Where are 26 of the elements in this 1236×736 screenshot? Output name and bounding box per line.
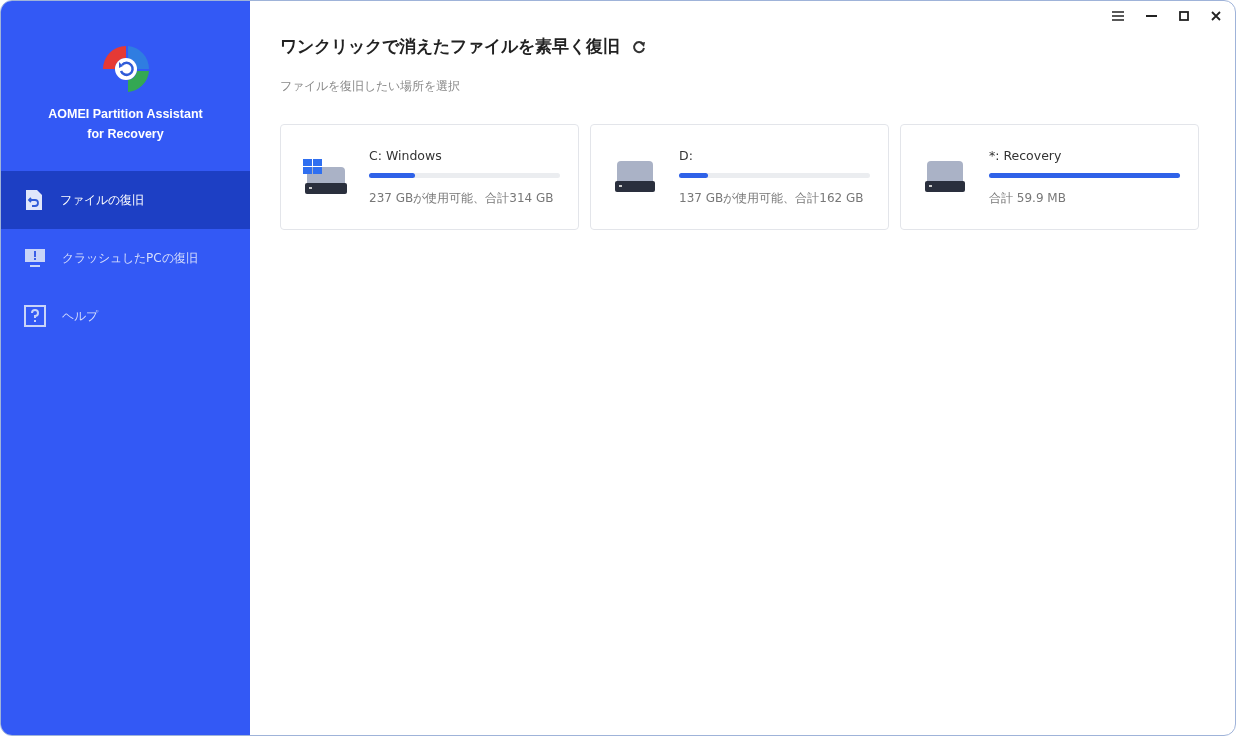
- sidebar-item[interactable]: ヘルプ: [1, 287, 250, 345]
- close-icon[interactable]: [1211, 11, 1221, 21]
- drive-card[interactable]: *: Recovery 合計 59.9 MB: [900, 124, 1199, 230]
- monitor-warning-icon: [24, 248, 46, 268]
- menu-icon[interactable]: [1112, 11, 1124, 21]
- drive-capacity: 合計 59.9 MB: [989, 189, 1067, 207]
- drive-name: D:: [679, 147, 694, 163]
- drive-name: *: Recovery: [989, 147, 1063, 163]
- hard-drive-icon: [613, 161, 657, 193]
- hard-drive-icon: [923, 161, 967, 193]
- page-subtitle: ファイルを復旧したい場所を選択: [280, 78, 461, 95]
- drive-card[interactable]: D: 137 GBが使用可能、合計162 GB: [590, 124, 889, 230]
- help-icon: [24, 305, 46, 327]
- drive-card[interactable]: C: Windows 237 GBが使用可能、合計314 GB: [280, 124, 579, 230]
- app-logo-icon: [100, 44, 151, 94]
- refresh-icon[interactable]: [632, 39, 646, 54]
- page-title: ワンクリックで消えたファイルを素早く復旧: [280, 35, 620, 58]
- drive-capacity: 237 GBが使用可能、合計314 GB: [369, 189, 555, 207]
- sidebar-item[interactable]: クラッシュしたPCの復旧: [1, 229, 250, 287]
- drive-name: C: Windows: [369, 147, 443, 163]
- sidebar-item[interactable]: ファイルの復旧: [1, 171, 250, 229]
- file-restore-icon: [24, 189, 44, 211]
- maximize-icon[interactable]: [1179, 11, 1189, 21]
- drive-capacity: 137 GBが使用可能、合計162 GB: [679, 189, 865, 207]
- system-drive-icon: [303, 159, 347, 195]
- app-name: AOMEI Partition Assistant for Recovery: [48, 106, 203, 143]
